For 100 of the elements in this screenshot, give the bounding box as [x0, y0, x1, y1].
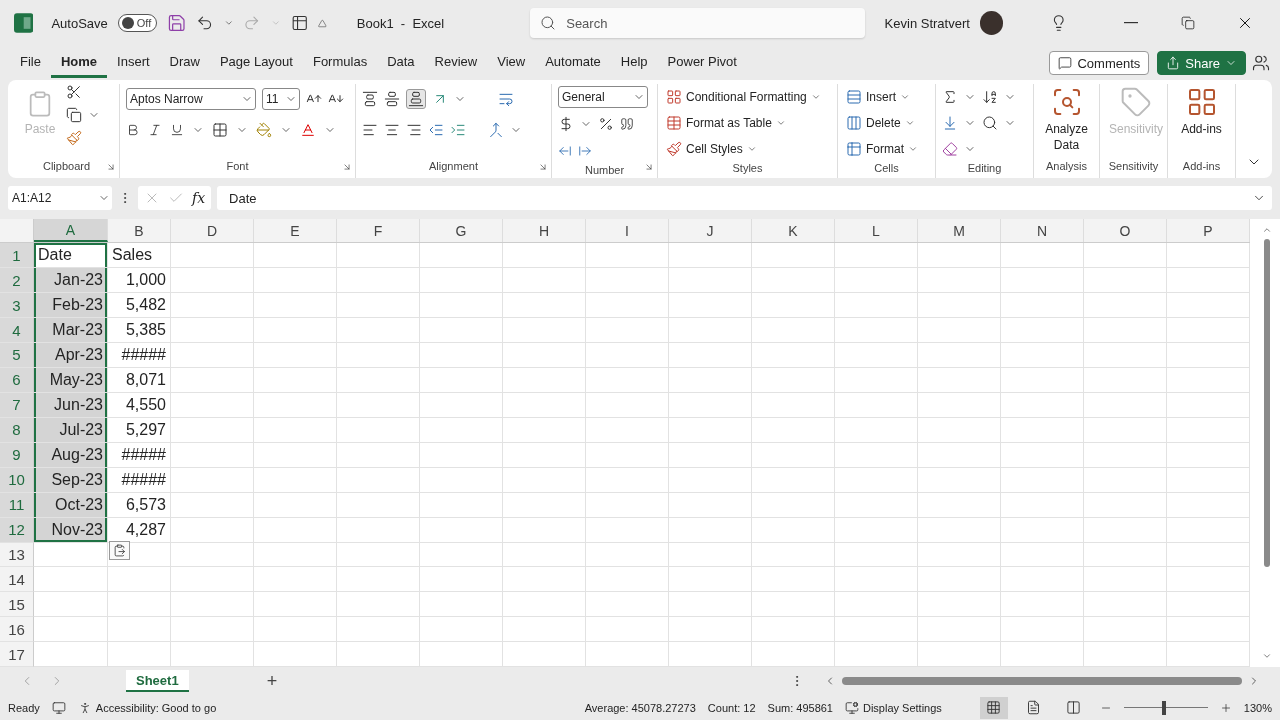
grid-cell[interactable]	[254, 467, 337, 493]
grid-cell[interactable]	[503, 318, 586, 343]
grid-cell[interactable]	[420, 318, 503, 343]
grid-cell[interactable]	[586, 392, 669, 418]
column-header[interactable]: M	[918, 219, 1001, 243]
italic-icon[interactable]	[148, 122, 162, 137]
grid-cell[interactable]	[1167, 442, 1250, 468]
grid-cell[interactable]	[918, 567, 1001, 593]
grid-cell[interactable]	[337, 542, 420, 568]
grid-cell[interactable]	[503, 442, 586, 468]
styles-menu-button[interactable]: Cell Styles	[664, 137, 823, 160]
grid-cell[interactable]	[835, 343, 918, 368]
grid-cell[interactable]	[918, 392, 1001, 418]
grid-cell[interactable]	[1167, 567, 1250, 593]
grid-cell[interactable]	[503, 243, 586, 269]
grid-cell[interactable]	[337, 268, 420, 294]
grid-cell[interactable]	[835, 268, 918, 294]
font-size-field[interactable]: 11	[262, 87, 300, 110]
cells-menu-button[interactable]: Delete	[844, 111, 920, 134]
bold-icon[interactable]	[126, 122, 140, 137]
grid-cell[interactable]	[1001, 442, 1084, 468]
grid-cell[interactable]: Feb-23	[34, 293, 108, 319]
grid-cell[interactable]	[1001, 592, 1084, 618]
grid-cell[interactable]	[1084, 492, 1167, 518]
grid-cell[interactable]	[108, 617, 171, 643]
column-header[interactable]: D	[171, 219, 254, 243]
grid-cell[interactable]	[918, 517, 1001, 543]
row-header[interactable]: 11	[0, 492, 34, 518]
grid-cell[interactable]: 5,297	[108, 417, 171, 443]
grid-cell[interactable]	[337, 293, 420, 319]
column-header[interactable]: A	[34, 219, 108, 243]
number-format-field[interactable]: General	[558, 85, 648, 108]
grid-cell[interactable]: May-23	[34, 367, 108, 393]
zoom-thumb[interactable]	[1162, 700, 1167, 715]
row-header[interactable]: 16	[0, 617, 34, 643]
grid-cell[interactable]	[254, 492, 337, 518]
grid-cell[interactable]	[171, 318, 254, 343]
grid-cell[interactable]	[1167, 592, 1250, 618]
grid-cell[interactable]	[337, 367, 420, 393]
grid-cell[interactable]	[171, 492, 254, 518]
grid-cell[interactable]	[171, 268, 254, 294]
grid-cell[interactable]	[669, 517, 752, 543]
grid-cell[interactable]	[1084, 517, 1167, 543]
name-box[interactable]: A1:A12	[8, 186, 112, 211]
grid-cell[interactable]	[918, 293, 1001, 319]
grid-cell[interactable]	[420, 517, 503, 543]
grid-cell[interactable]	[918, 642, 1001, 668]
grid-cell[interactable]	[254, 392, 337, 418]
grid-cell[interactable]	[1001, 617, 1084, 643]
cells-menu-button[interactable]: Format	[844, 137, 920, 160]
grid-cell[interactable]	[420, 542, 503, 568]
grid-cell[interactable]	[420, 392, 503, 418]
styles-menu-button[interactable]: Format as Table	[664, 111, 823, 134]
grid-cell[interactable]	[420, 343, 503, 368]
grid-cell[interactable]	[669, 642, 752, 668]
grid-cell[interactable]	[1001, 343, 1084, 368]
grid-cell[interactable]	[1167, 243, 1250, 269]
column-header[interactable]: B	[108, 219, 171, 243]
grid-cell[interactable]	[835, 367, 918, 393]
grid-cell[interactable]: 5,385	[108, 318, 171, 343]
grid-cell[interactable]	[337, 318, 420, 343]
grid-cell[interactable]	[835, 467, 918, 493]
grid-cell[interactable]	[752, 268, 835, 294]
grid-cell[interactable]	[337, 442, 420, 468]
column-header[interactable]: O	[1084, 219, 1167, 243]
ribbon-tab[interactable]: Help	[610, 48, 658, 79]
column-header[interactable]: N	[1001, 219, 1084, 243]
grid-cell[interactable]	[586, 542, 669, 568]
column-header[interactable]: F	[337, 219, 420, 243]
grid-cell[interactable]	[503, 392, 586, 418]
grid-cell[interactable]	[1084, 617, 1167, 643]
grid-cell[interactable]	[503, 293, 586, 319]
grid-cell[interactable]	[1084, 592, 1167, 618]
grid-cell[interactable]	[918, 318, 1001, 343]
grid-cell[interactable]	[34, 617, 108, 643]
grid-cell[interactable]	[254, 367, 337, 393]
dollar-icon[interactable]	[558, 115, 574, 132]
people-icon[interactable]	[1252, 54, 1270, 73]
grid-cell[interactable]	[171, 392, 254, 418]
grid-cell[interactable]	[34, 542, 108, 568]
ribbon-tab[interactable]: File	[10, 48, 51, 79]
grid-cell[interactable]	[108, 642, 171, 668]
row-header[interactable]: 1	[0, 243, 34, 269]
grid-cell[interactable]	[171, 343, 254, 368]
font-color-icon[interactable]	[300, 121, 316, 138]
grid-cell[interactable]	[752, 243, 835, 269]
row-header[interactable]: 9	[0, 442, 34, 468]
grid-cell[interactable]	[1167, 542, 1250, 568]
grid-cell[interactable]	[254, 293, 337, 319]
search-field[interactable]: Search	[530, 8, 865, 39]
grid-cell[interactable]	[1167, 617, 1250, 643]
grid-cell[interactable]	[1167, 268, 1250, 294]
grid-cell[interactable]	[752, 542, 835, 568]
grid-cell[interactable]: Sales	[108, 243, 171, 269]
grid-cell[interactable]	[254, 343, 337, 368]
grid-cell[interactable]	[835, 318, 918, 343]
grid-cell[interactable]	[503, 467, 586, 493]
increase-decimal-icon[interactable]	[558, 143, 572, 158]
row-header[interactable]: 3	[0, 293, 34, 319]
grid-cell[interactable]	[254, 592, 337, 618]
